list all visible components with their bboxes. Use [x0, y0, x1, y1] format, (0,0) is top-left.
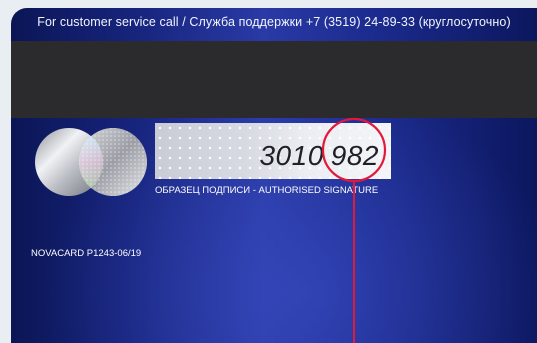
customer-service-text: For customer service call / Служба подде… — [37, 15, 511, 29]
signature-panel: 3010 982 — [155, 123, 391, 179]
card-series-id: NOVACARD P1243-06/19 — [31, 248, 142, 259]
signature-panel-code: 3010 982 — [259, 140, 379, 172]
cvv-code: 982 — [330, 140, 379, 171]
signature-caption: ОБРАЗЕЦ ПОДПИСИ - AUTHORISED SIGNATURE — [155, 185, 379, 196]
bank-card-back: For customer service call / Служба подде… — [11, 8, 537, 343]
magnetic-stripe — [11, 41, 537, 118]
payment-system-logo-icon — [35, 128, 147, 196]
card-number-last-digits: 3010 — [259, 140, 324, 171]
